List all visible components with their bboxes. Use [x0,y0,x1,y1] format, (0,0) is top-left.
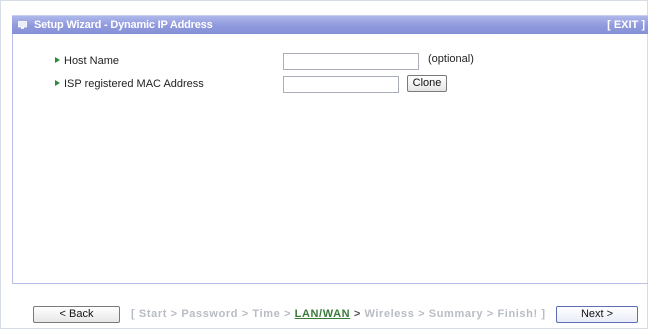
steps-completed: [ Start > Password > Time > [131,308,295,320]
exit-link[interactable]: [ EXIT ] [607,19,645,31]
host-name-hint: (optional) [428,53,474,65]
steps-arrow: > [350,308,365,320]
wizard-frame: Setup Wizard - Dynamic IP Address [ EXIT… [0,0,648,329]
page-title: Setup Wizard - Dynamic IP Address [34,19,213,31]
mac-address-input[interactable] [283,76,399,93]
host-name-label: Host Name [64,55,120,67]
mac-address-label: ISP registered MAC Address [64,78,204,90]
wizard-steps-breadcrumb: [ Start > Password > Time > LAN/WAN > Wi… [131,308,546,320]
mac-address-row: ISP registered MAC Address Clone [13,75,648,95]
wizard-content-panel: Host Name (optional) ISP registered MAC … [12,34,648,284]
wizard-header: Setup Wizard - Dynamic IP Address [ EXIT… [12,15,648,34]
triangle-right-icon [55,80,60,86]
monitor-icon [18,20,27,29]
next-button[interactable]: Next > [556,306,638,323]
triangle-right-icon [55,57,60,63]
wizard-footer: < Back [ Start > Password > Time > LAN/W… [1,304,648,324]
host-name-input[interactable] [283,53,419,70]
host-name-row: Host Name (optional) [13,52,648,72]
clone-button[interactable]: Clone [407,75,447,92]
back-button[interactable]: < Back [33,306,120,323]
current-step: LAN/WAN [294,308,351,320]
steps-remaining: Wireless > Summary > Finish! ] [364,308,546,320]
